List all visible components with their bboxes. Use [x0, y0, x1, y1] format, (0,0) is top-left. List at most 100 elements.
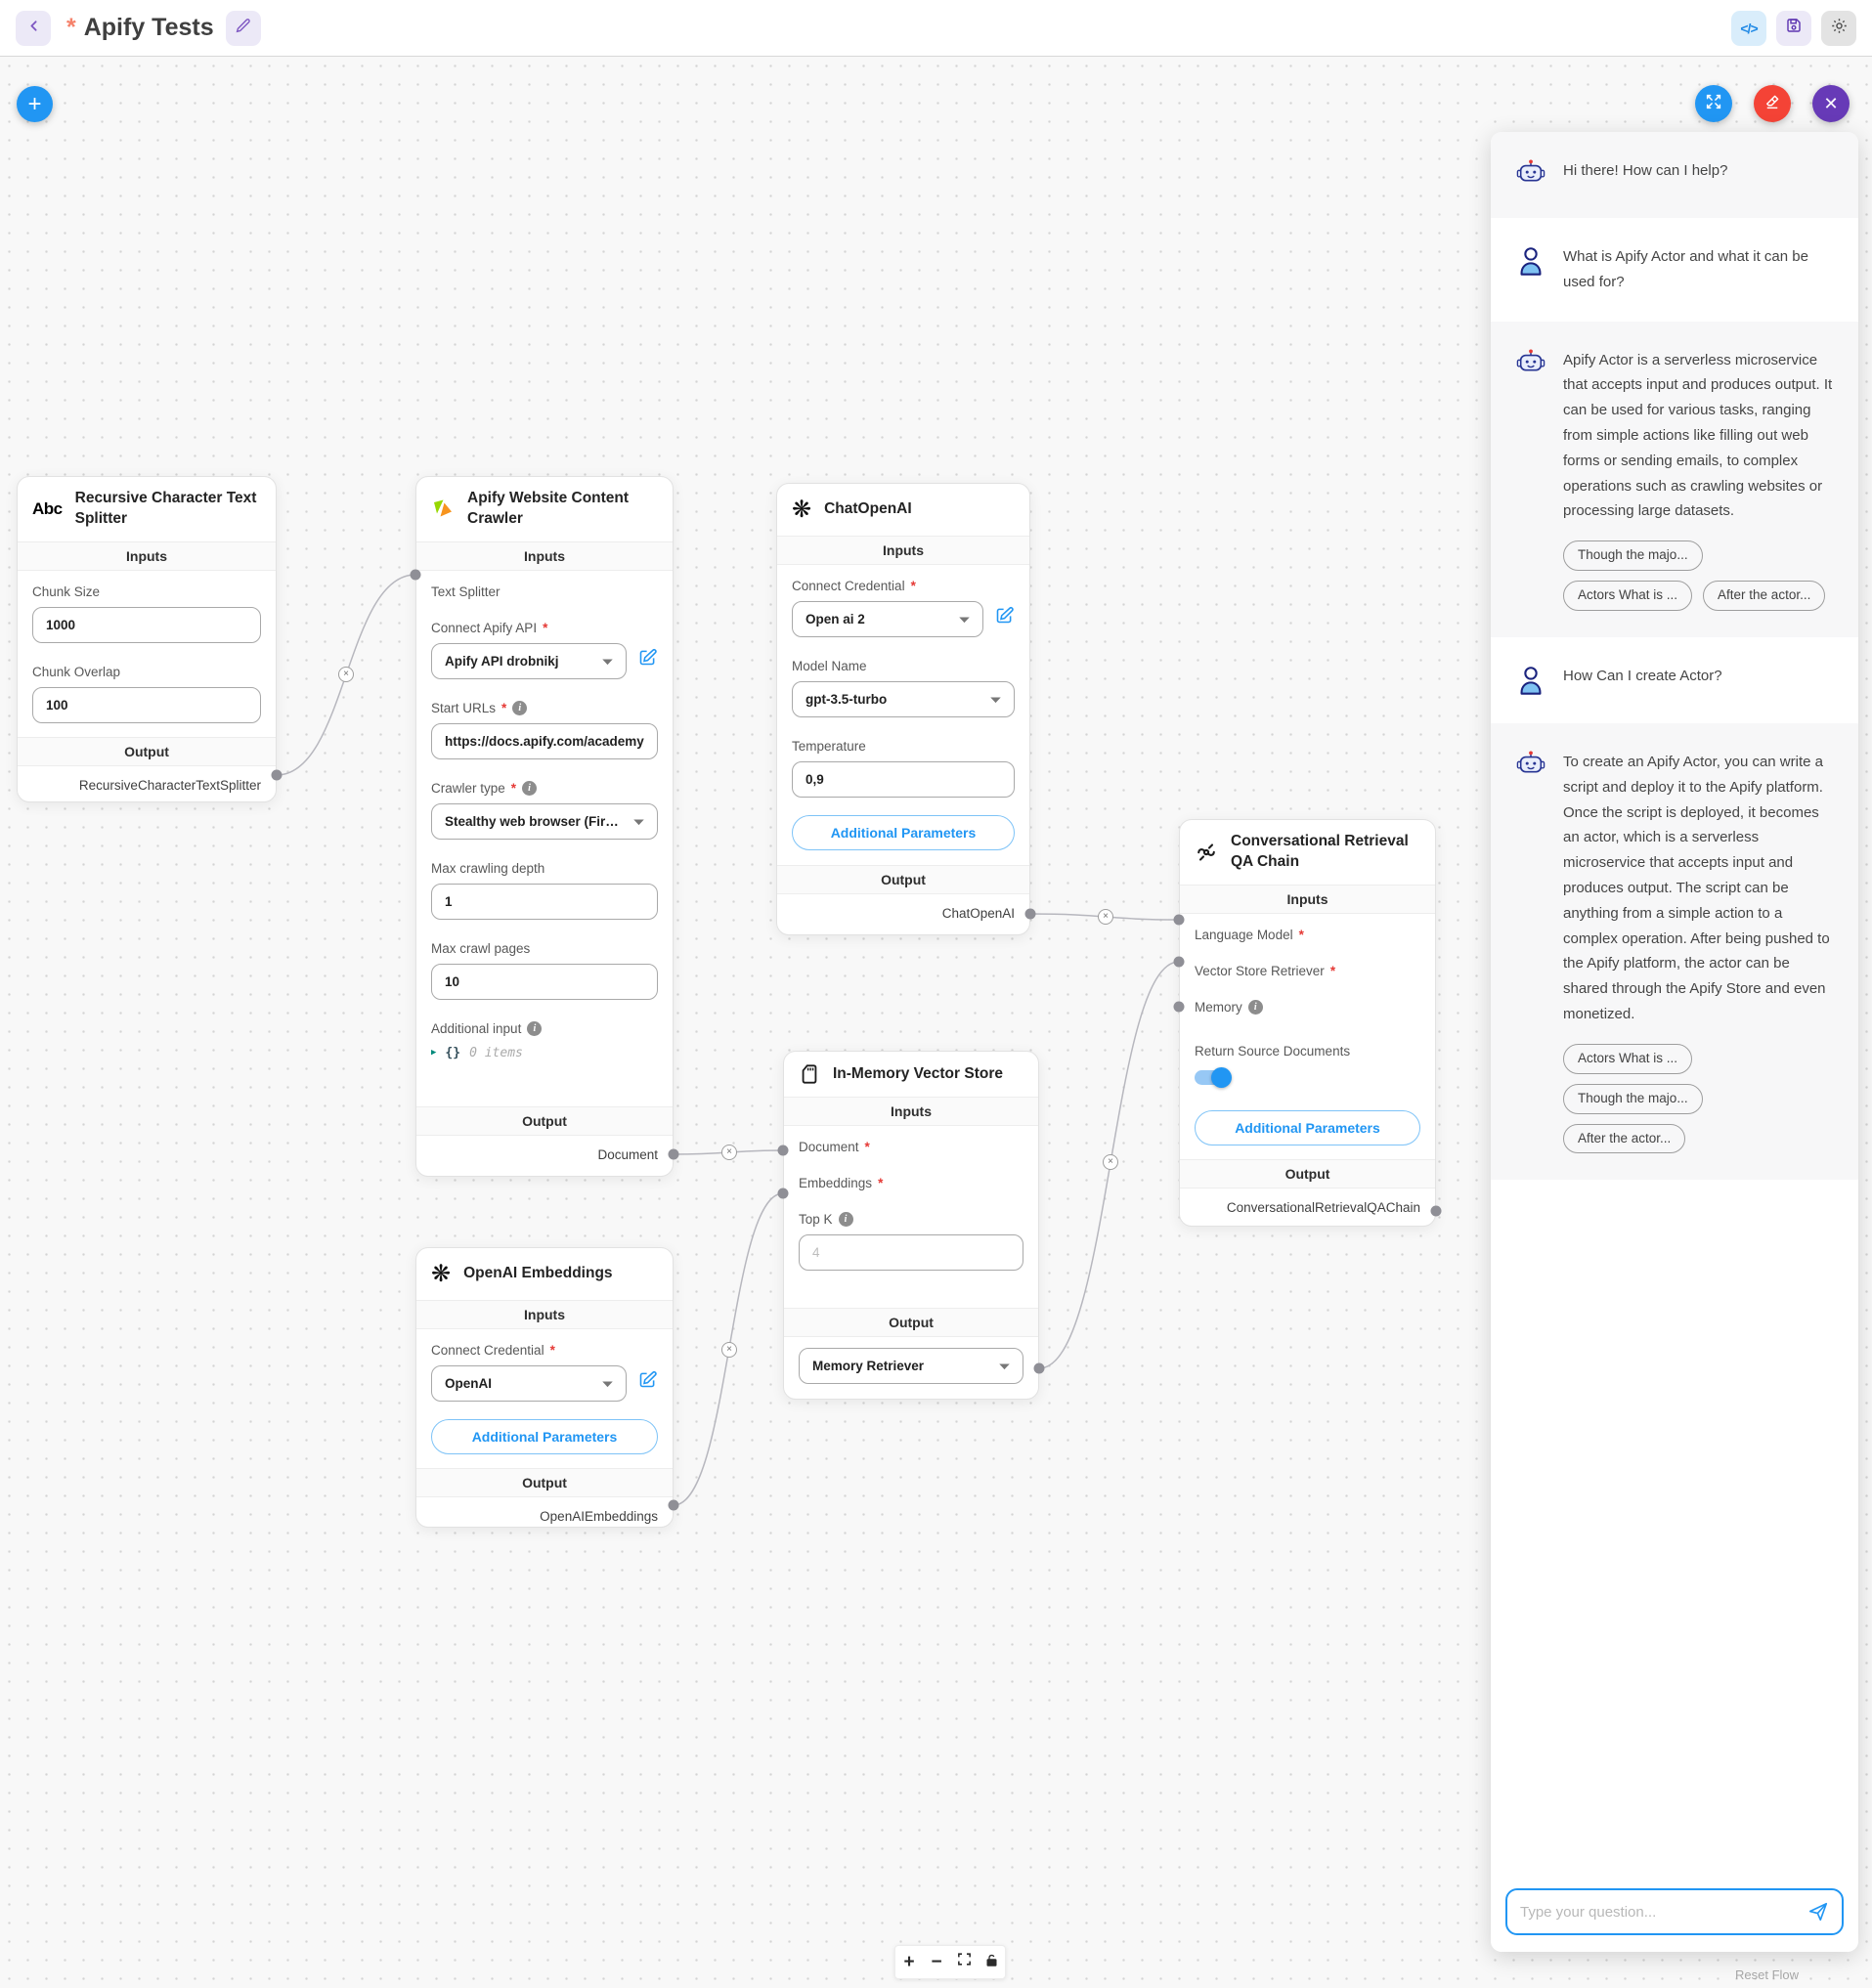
- suggestion-chip[interactable]: Though the majo...: [1563, 1084, 1703, 1114]
- output-section-header: Output: [1180, 1159, 1435, 1188]
- chat-input-box[interactable]: [1505, 1888, 1844, 1935]
- model-name-label: Model Name: [792, 659, 1015, 673]
- input-port[interactable]: [411, 570, 421, 581]
- max-crawling-depth-input[interactable]: [431, 884, 658, 920]
- chat-messages: Hi there! How can I help? What is Apify A…: [1491, 132, 1858, 1877]
- output-port[interactable]: [1025, 909, 1036, 920]
- flow-title: Apify Tests: [84, 14, 214, 42]
- model-name-select[interactable]: gpt-3.5-turbo: [792, 681, 1015, 717]
- chat-message-text: What is Apify Actor and what it can be u…: [1563, 244, 1835, 295]
- crawler-type-select[interactable]: Stealthy web browser (Firef…: [431, 803, 658, 840]
- input-port[interactable]: [1174, 915, 1185, 926]
- max-crawl-pages-input[interactable]: [431, 964, 658, 1000]
- output-port[interactable]: [1431, 1206, 1442, 1217]
- additional-parameters-button[interactable]: Additional Parameters: [431, 1419, 658, 1454]
- json-editor-row[interactable]: ▶ {} 0 items: [431, 1046, 658, 1060]
- info-icon: i: [1248, 1000, 1263, 1015]
- node-title: In-Memory Vector Store: [833, 1064, 1003, 1085]
- temperature-input[interactable]: [792, 761, 1015, 798]
- output-anchor-label: OpenAIEmbeddings: [416, 1497, 673, 1528]
- inputs-section-header: Inputs: [18, 541, 276, 571]
- chunk-size-input[interactable]: [32, 607, 261, 643]
- output-type-select[interactable]: Memory Retriever: [799, 1348, 1023, 1384]
- chevron-down-icon: [633, 814, 644, 829]
- connect-credential-label: Connect Credential*: [431, 1343, 658, 1358]
- chevron-down-icon: [602, 1376, 613, 1391]
- chat-message-text: How Can I create Actor?: [1563, 664, 1722, 689]
- edit-credential-button[interactable]: [637, 1369, 658, 1390]
- edge-delete-button[interactable]: ×: [1103, 1154, 1118, 1170]
- node-title: Apify Website Content Crawler: [467, 489, 658, 530]
- expand-chat-button[interactable]: [1695, 85, 1732, 122]
- max-crawling-depth-label: Max crawling depth: [431, 861, 658, 876]
- close-chat-button[interactable]: ✕: [1812, 85, 1850, 122]
- zoom-out-button[interactable]: −: [925, 1951, 948, 1974]
- additional-parameters-button[interactable]: Additional Parameters: [1195, 1110, 1420, 1145]
- output-port[interactable]: [669, 1149, 679, 1160]
- inputs-section-header: Inputs: [416, 541, 673, 571]
- send-icon[interactable]: [1807, 1901, 1829, 1923]
- inputs-section-header: Inputs: [784, 1097, 1038, 1126]
- lock-button[interactable]: [980, 1951, 1003, 1974]
- top-k-input[interactable]: [799, 1234, 1023, 1271]
- start-urls-input[interactable]: [431, 723, 658, 759]
- settings-button[interactable]: [1821, 11, 1856, 46]
- api-code-button[interactable]: </>: [1731, 11, 1766, 46]
- chat-message-bot: Hi there! How can I help?: [1491, 132, 1858, 218]
- json-expand-icon[interactable]: ▶: [431, 1048, 436, 1058]
- openai-credential-select[interactable]: OpenAI: [431, 1365, 627, 1402]
- edit-credential-button[interactable]: [994, 605, 1015, 626]
- input-port[interactable]: [1174, 957, 1185, 968]
- unsaved-marker: *: [66, 14, 76, 42]
- chat-panel: Hi there! How can I help? What is Apify A…: [1491, 132, 1858, 1952]
- close-icon: ✕: [1823, 94, 1838, 114]
- chat-question-input[interactable]: [1520, 1904, 1798, 1921]
- edge-delete-button[interactable]: ×: [721, 1342, 737, 1358]
- edge-delete-button[interactable]: ×: [338, 667, 354, 682]
- crawler-type-label: Crawler type*i: [431, 781, 658, 796]
- suggestion-chip[interactable]: Actors What is ...: [1563, 1044, 1692, 1074]
- back-button[interactable]: [16, 11, 51, 46]
- node-chatopenai[interactable]: ❋ ChatOpenAI Inputs Connect Credential* …: [776, 483, 1030, 935]
- suggestion-chip[interactable]: Actors What is ...: [1563, 581, 1692, 611]
- suggestion-chip[interactable]: After the actor...: [1703, 581, 1825, 611]
- apify-api-credential-select[interactable]: Apify API drobnikj: [431, 643, 627, 679]
- openai-credential-select[interactable]: Open ai 2: [792, 601, 983, 637]
- input-port[interactable]: [778, 1188, 789, 1199]
- edge-delete-button[interactable]: ×: [1098, 909, 1113, 925]
- suggestion-chip[interactable]: After the actor...: [1563, 1124, 1685, 1154]
- zoom-in-button[interactable]: +: [897, 1951, 921, 1974]
- chunk-size-label: Chunk Size: [32, 584, 261, 599]
- node-recursive-character-text-splitter[interactable]: Abc Recursive Character Text Splitter In…: [17, 476, 277, 802]
- info-icon: i: [839, 1212, 853, 1227]
- edit-credential-button[interactable]: [637, 647, 658, 668]
- node-conversational-retrieval-qa-chain[interactable]: Conversational Retrieval QA Chain Inputs…: [1179, 819, 1436, 1227]
- input-port[interactable]: [778, 1145, 789, 1156]
- output-section-header: Output: [416, 1106, 673, 1136]
- edit-title-button[interactable]: [226, 11, 261, 46]
- fit-view-button[interactable]: [952, 1951, 976, 1974]
- add-node-button[interactable]: +: [17, 86, 53, 122]
- save-flow-button[interactable]: [1776, 11, 1811, 46]
- node-apify-website-content-crawler[interactable]: Apify Website Content Crawler Inputs Tex…: [415, 476, 674, 1177]
- return-source-documents-toggle[interactable]: [1195, 1070, 1230, 1085]
- chat-message-bot: To create an Apify Actor, you can write …: [1491, 723, 1858, 1180]
- node-openai-embeddings[interactable]: ❋ OpenAI Embeddings Inputs Connect Crede…: [415, 1247, 674, 1528]
- output-port[interactable]: [272, 770, 283, 781]
- edge-delete-button[interactable]: ×: [721, 1145, 737, 1160]
- chat-message-user: What is Apify Actor and what it can be u…: [1491, 218, 1858, 322]
- suggestion-chip[interactable]: Though the majo...: [1563, 540, 1703, 571]
- output-port[interactable]: [669, 1500, 679, 1511]
- clear-chat-button[interactable]: [1754, 85, 1791, 122]
- output-anchor-label: ConversationalRetrievalQAChain: [1180, 1188, 1435, 1227]
- user-avatar-icon: [1514, 244, 1547, 278]
- output-port[interactable]: [1034, 1363, 1045, 1374]
- reset-flow-button[interactable]: Reset Flow: [1735, 1967, 1799, 1982]
- additional-parameters-button[interactable]: Additional Parameters: [792, 815, 1015, 850]
- connect-credential-label: Connect Credential*: [792, 579, 1015, 593]
- node-in-memory-vector-store[interactable]: In-Memory Vector Store Inputs Document* …: [783, 1051, 1039, 1400]
- input-port[interactable]: [1174, 1002, 1185, 1013]
- info-icon: i: [527, 1021, 542, 1036]
- chevron-down-icon: [959, 612, 970, 627]
- chunk-overlap-input[interactable]: [32, 687, 261, 723]
